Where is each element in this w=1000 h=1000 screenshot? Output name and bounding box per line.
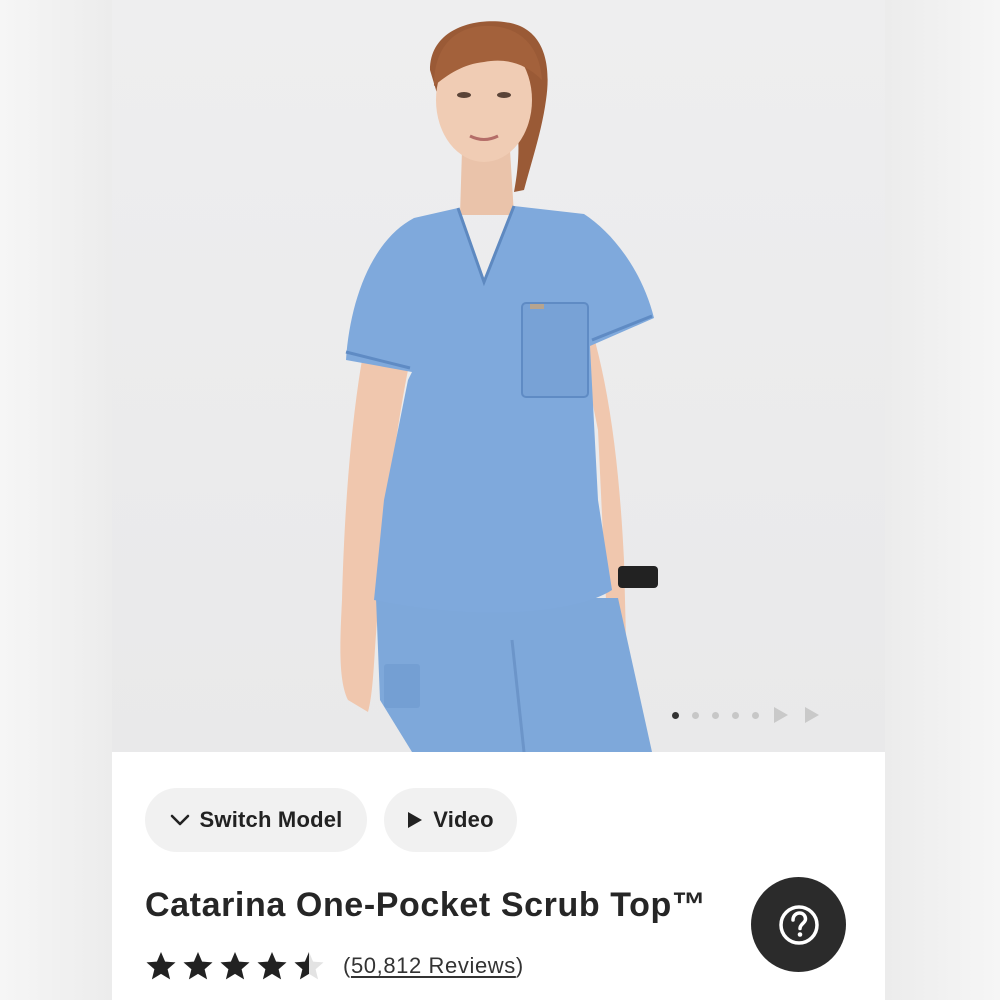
- chevron-down-icon: [170, 814, 189, 826]
- product-title: Catarina One-Pocket Scrub Top™: [145, 886, 707, 924]
- question-mark-icon: [778, 904, 819, 945]
- reviews-count: (50,812 Reviews): [343, 953, 524, 979]
- carousel-dot[interactable]: [692, 711, 699, 719]
- carousel-dot[interactable]: [672, 711, 679, 719]
- product-image[interactable]: [112, 0, 885, 752]
- play-icon: [408, 812, 423, 828]
- reviews-close-paren: ): [515, 953, 524, 978]
- triangle-right-icon: [805, 707, 819, 723]
- star-icon: [294, 952, 324, 980]
- product-page: Switch Model Video Catarina One-Pocket S…: [112, 0, 885, 1000]
- reviews-open-paren: (: [343, 953, 351, 978]
- carousel-dot[interactable]: [752, 711, 759, 719]
- carousel-dot[interactable]: [712, 711, 719, 719]
- star-rating: [145, 950, 325, 982]
- star-icon: [220, 952, 250, 980]
- model-illustration: [340, 21, 658, 752]
- switch-model-label: Switch Model: [199, 807, 343, 832]
- product-info: Switch Model Video Catarina One-Pocket S…: [112, 752, 885, 1000]
- star-icon: [183, 952, 213, 980]
- help-button[interactable]: [751, 877, 846, 972]
- star-icon: [257, 952, 287, 980]
- star-icon: [146, 952, 176, 980]
- reviews-link[interactable]: 50,812 Reviews: [351, 953, 516, 978]
- video-button[interactable]: Video: [384, 788, 517, 852]
- carousel-last-button[interactable]: [803, 705, 821, 725]
- video-label: Video: [433, 807, 494, 832]
- carousel-pagination: [672, 700, 821, 730]
- right-margin: [885, 0, 1000, 1000]
- product-rating: (50,812 Reviews): [145, 950, 524, 982]
- left-margin: [0, 0, 112, 1000]
- triangle-right-icon: [774, 707, 788, 723]
- carousel-dot[interactable]: [732, 711, 739, 719]
- carousel-next-button[interactable]: [772, 705, 790, 725]
- switch-model-button[interactable]: Switch Model: [145, 788, 367, 852]
